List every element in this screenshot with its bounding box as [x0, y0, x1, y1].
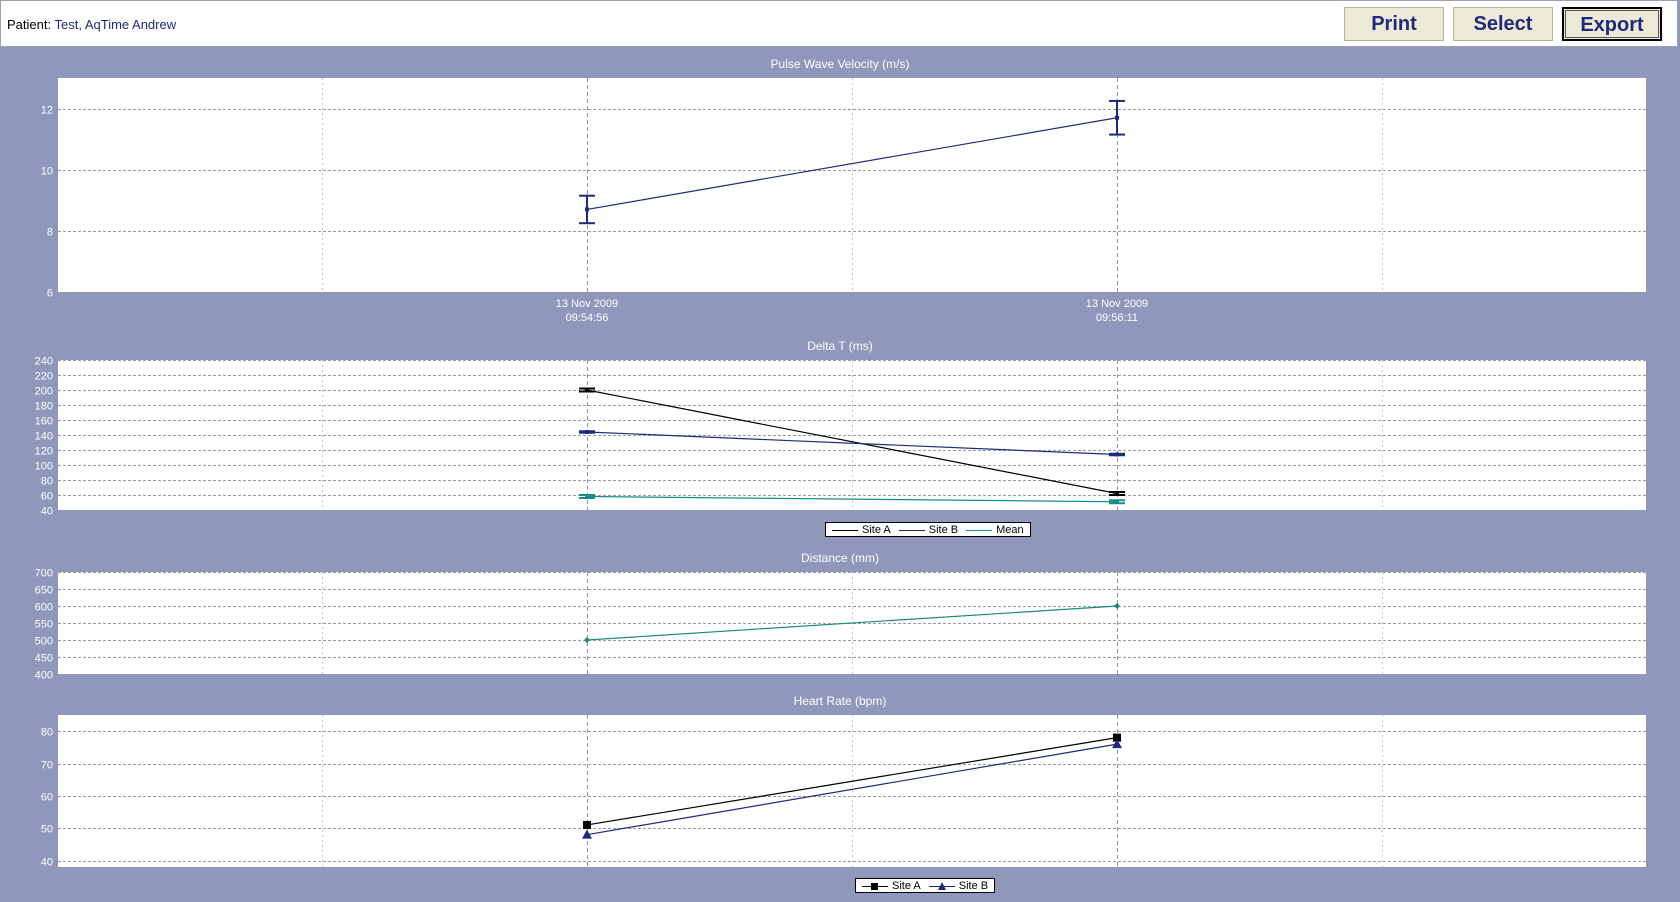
distance-y-tick-label: 450 — [35, 653, 53, 665]
pwv-data-point — [1115, 115, 1119, 120]
delta-t-data-point — [585, 494, 589, 499]
delta-t-y-tick-label: 120 — [35, 446, 53, 458]
delta-t-legend: Site A Site B Mean — [825, 522, 1031, 537]
legend-label: Site B — [958, 880, 989, 892]
heart-rate-legend: Site A Site B — [855, 878, 996, 894]
delta-t-y-tick-label: 180 — [35, 401, 53, 413]
legend-swatch — [928, 881, 955, 890]
delta-t-y-tick-label: 60 — [41, 491, 53, 503]
delta-t-y-tick-label: 100 — [35, 461, 53, 473]
legend-item: Site A — [862, 879, 921, 894]
pwv-x-tick-label: 13 Nov 2009 — [1086, 298, 1148, 310]
delta-t-data-point — [585, 430, 589, 434]
legend-label: Site A — [892, 880, 921, 892]
delta-t-y-tick-label: 200 — [35, 386, 53, 398]
triangle-marker-icon — [937, 881, 946, 890]
charts-canvas: 6 8 10 12 13 Nov 2009 09:54:56 13 Nov 2009 09:5… — [35, 78, 1646, 869]
delta-t-y-tick-label: 40 — [41, 506, 53, 518]
delta-t-data-point — [1115, 452, 1119, 457]
delta-t-y-tick-label: 160 — [35, 416, 53, 428]
heart-rate-y-tick-label: 50 — [41, 824, 53, 836]
heart-rate-y-tick-label: 70 — [41, 760, 53, 772]
legend-label: Site B — [928, 524, 959, 536]
legend-label: Site A — [862, 524, 891, 536]
pwv-y-tick-label: 10 — [41, 166, 53, 178]
legend-item: Site B — [928, 879, 989, 894]
distance-y-tick-label: 550 — [35, 619, 53, 631]
delta-t-y-tick-label: 80 — [41, 476, 53, 488]
pwv-x-tick-label: 13 Nov 2009 — [556, 298, 618, 310]
legend-swatch — [966, 529, 993, 531]
square-marker-icon — [871, 882, 878, 890]
legend-swatch — [898, 529, 925, 531]
distance-y-tick-label: 500 — [35, 636, 53, 648]
heart-rate-y-tick-label: 60 — [41, 792, 53, 804]
legend-swatch — [862, 882, 888, 890]
legend-label: Mean — [996, 524, 1024, 536]
distance-y-tick-label: 650 — [35, 585, 53, 597]
pwv-data-point — [585, 207, 589, 212]
distance-y-tick-label: 700 — [35, 568, 53, 580]
delta-t-y-tick-label: 140 — [35, 431, 53, 443]
legend-swatch — [832, 529, 858, 531]
heart-rate-y-tick-label: 40 — [41, 857, 53, 869]
legend-item: Site B — [898, 523, 959, 538]
distance-y-tick-label: 600 — [35, 602, 53, 614]
distance-y-tick-label: 400 — [35, 670, 53, 682]
pwv-x-tick-label: 09:56:11 — [1096, 312, 1138, 324]
heart-rate-data-point — [583, 820, 591, 829]
legend-item: Mean — [966, 523, 1024, 538]
pwv-y-tick-label: 12 — [41, 105, 53, 117]
delta-t-data-point — [1115, 491, 1119, 496]
delta-t-y-tick-label: 240 — [35, 356, 53, 368]
delta-t-data-point — [585, 388, 589, 392]
heart-rate-y-tick-label: 80 — [41, 727, 53, 739]
pwv-x-tick-label: 09:54:56 — [566, 312, 609, 324]
delta-t-data-point — [1115, 499, 1119, 504]
legend-item: Site A — [832, 523, 891, 538]
pwv-y-tick-label: 8 — [47, 227, 53, 239]
pwv-y-tick-label: 6 — [47, 288, 53, 300]
delta-t-y-tick-label: 220 — [35, 371, 53, 383]
